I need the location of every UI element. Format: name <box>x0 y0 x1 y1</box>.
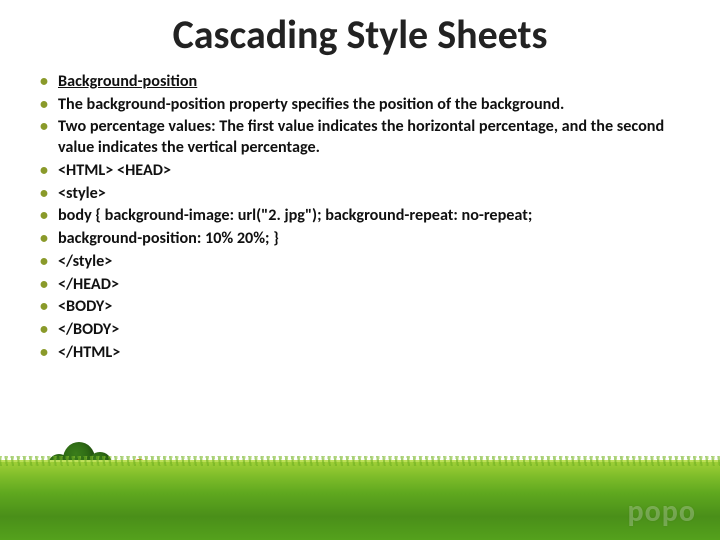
bullet-text: </style> <box>58 252 112 271</box>
bullet-text: <style> <box>58 184 106 203</box>
bullet-text: </BODY> <box>58 320 119 339</box>
bullet-item: </HTML> <box>38 343 690 364</box>
bullet-item: Two percentage values: The first value i… <box>38 117 690 158</box>
bullet-item: </style> <box>38 252 690 273</box>
bullet-item: The background-position property specifi… <box>38 95 690 116</box>
bullet-text: </HEAD> <box>58 275 119 294</box>
bullet-item: background-position: 10% 20%; } <box>38 229 690 250</box>
bullet-item: <style> <box>38 184 690 205</box>
bullet-item: <HTML> <HEAD> <box>38 161 690 182</box>
bullet-text: background-position: 10% 20%; } <box>58 229 279 248</box>
slide-title: Cascading Style Sheets <box>0 10 720 59</box>
bullet-item: body { background-image: url("2. jpg"); … <box>38 206 690 227</box>
bullet-item: </BODY> <box>38 320 690 341</box>
bullet-text: body { background-image: url("2. jpg"); … <box>58 206 532 225</box>
slide: Cascading Style Sheets Background-positi… <box>0 0 720 540</box>
bullet-item: <BODY> <box>38 297 690 318</box>
watermark: popo <box>628 493 696 530</box>
bullet-list: Background-position The background-posit… <box>38 72 690 366</box>
grass-footer <box>0 460 720 540</box>
bullet-text: <HTML> <HEAD> <box>58 161 171 180</box>
bullet-text: Background-position <box>58 72 197 91</box>
bullet-text: <BODY> <box>58 297 112 316</box>
bullet-text: </HTML> <box>58 343 120 362</box>
bullet-text: The background-position property specifi… <box>58 95 564 114</box>
bullet-text: Two percentage values: The first value i… <box>58 117 664 157</box>
bullet-item: Background-position <box>38 72 690 93</box>
bullet-item: </HEAD> <box>38 275 690 296</box>
